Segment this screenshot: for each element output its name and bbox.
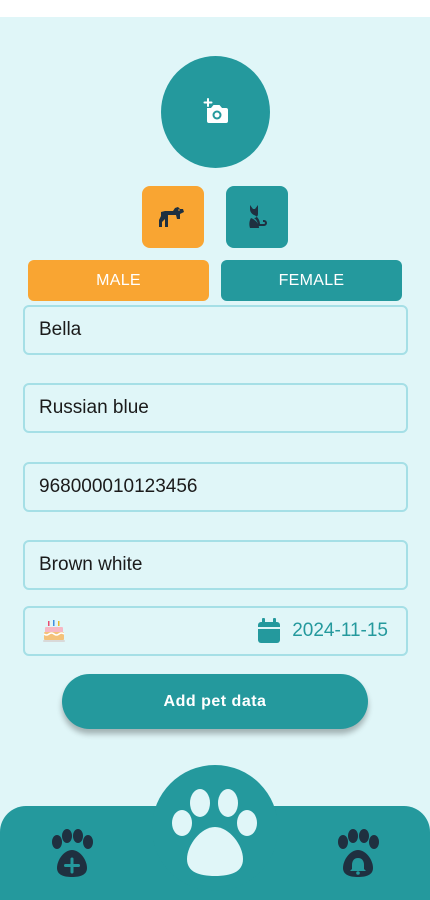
home-nav-button[interactable] xyxy=(170,785,260,880)
cat-icon xyxy=(242,202,272,232)
add-pet-data-button[interactable]: Add pet data xyxy=(62,674,368,729)
paw-icon xyxy=(170,785,260,880)
calendar-icon[interactable] xyxy=(257,618,281,644)
chip-number-field[interactable]: 968000010123456 xyxy=(23,462,408,512)
dog-icon xyxy=(158,202,188,232)
female-label: FEMALE xyxy=(278,271,345,289)
pet-name-field[interactable]: Bella xyxy=(23,305,408,355)
add-pet-nav-button[interactable] xyxy=(45,828,99,882)
birthday-field[interactable]: 2024-11-15 xyxy=(23,606,408,656)
birthday-value: 2024-11-15 xyxy=(292,620,388,641)
cat-species-button[interactable] xyxy=(226,186,288,248)
male-button[interactable]: MALE xyxy=(28,260,209,301)
notifications-nav-button[interactable] xyxy=(331,828,385,882)
add-photo-button[interactable] xyxy=(161,56,270,168)
female-button[interactable]: FEMALE xyxy=(221,260,402,301)
male-label: MALE xyxy=(96,271,141,289)
paw-plus-icon xyxy=(45,828,99,882)
dog-species-button[interactable] xyxy=(142,186,204,248)
birthday-cake-icon xyxy=(43,619,65,643)
add-pet-data-label: Add pet data xyxy=(163,692,267,710)
color-field[interactable]: Brown white xyxy=(23,540,408,590)
breed-field[interactable]: Russian blue xyxy=(23,383,408,433)
paw-bell-icon xyxy=(331,828,385,882)
add-photo-icon xyxy=(201,97,231,127)
